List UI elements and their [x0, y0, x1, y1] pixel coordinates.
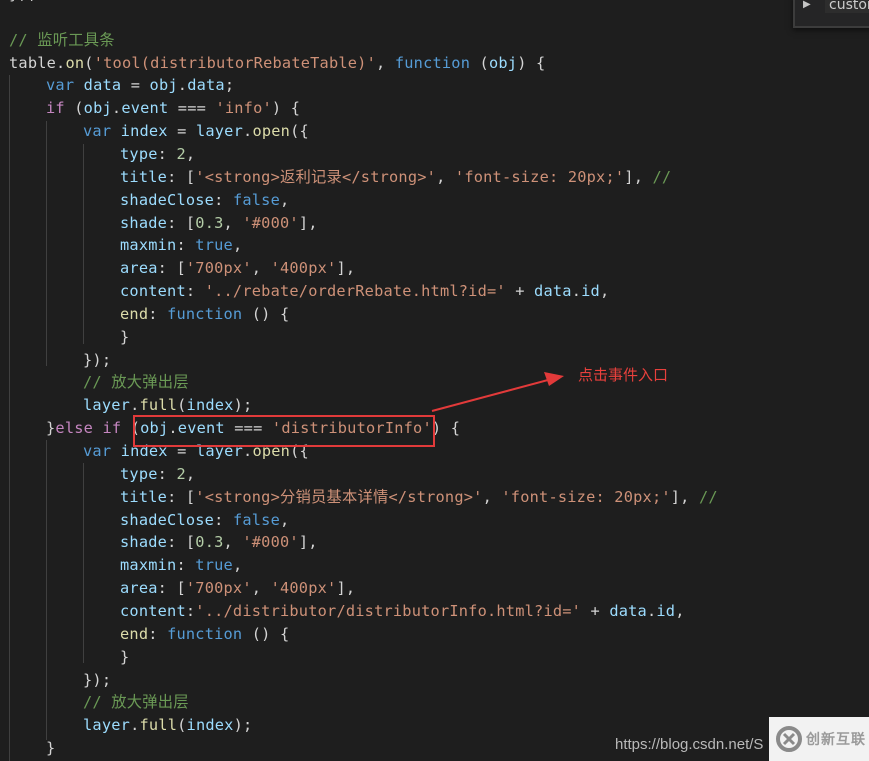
annotation-label: 点击事件入口	[578, 366, 669, 384]
annotation-arrow	[431, 372, 564, 412]
watermark-url: https://blog.csdn.net/S	[615, 736, 764, 753]
logo-text: 创新互联	[806, 732, 866, 748]
arrow-head-icon	[544, 372, 564, 386]
arrow-line	[431, 379, 549, 412]
watermark-logo: 创新互联	[769, 717, 869, 761]
logo-icon	[776, 726, 802, 752]
